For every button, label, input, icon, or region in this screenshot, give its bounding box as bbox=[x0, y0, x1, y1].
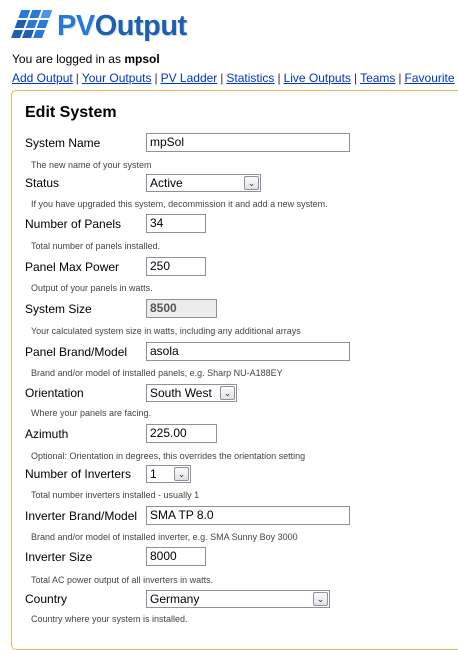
nav-separator: | bbox=[353, 71, 358, 85]
page-title: Edit System bbox=[25, 104, 117, 121]
nav-separator: | bbox=[154, 71, 158, 85]
chevron-down-icon: ⌄ bbox=[220, 386, 235, 400]
orientation-select-value: South West bbox=[150, 386, 212, 400]
system-name-hint: The new name of your system bbox=[31, 160, 152, 170]
nav-add-output[interactable]: Add Output bbox=[12, 71, 73, 85]
nav-your-outputs[interactable]: Your Outputs bbox=[82, 71, 152, 85]
country-label: Country bbox=[25, 592, 68, 606]
pvoutput-logo[interactable]: PVOutput bbox=[10, 8, 200, 42]
inverter-brand-hint: Brand and/or model of installed inverter… bbox=[31, 532, 298, 542]
status-select-value: Active bbox=[150, 176, 183, 190]
login-username: mpsol bbox=[124, 52, 160, 66]
logo-text-pv: PV bbox=[57, 10, 95, 42]
panel-max-power-input[interactable]: 250 bbox=[146, 257, 206, 276]
status-hint: If you have upgraded this system, decomm… bbox=[31, 199, 328, 209]
num-inverters-select-value: 1 bbox=[150, 467, 157, 481]
status-select[interactable]: Active ⌄ bbox=[146, 174, 261, 192]
orientation-select[interactable]: South West ⌄ bbox=[146, 384, 237, 402]
azimuth-label: Azimuth bbox=[25, 427, 69, 441]
main-nav: Add Output | Your Outputs | PV Ladder | Statis… bbox=[12, 71, 455, 85]
chevron-down-icon: ⌄ bbox=[174, 467, 189, 481]
logo-wordmark: PVOutput bbox=[57, 10, 187, 42]
country-hint: Country where your system is installed. bbox=[31, 614, 188, 624]
login-prefix: You are logged in as bbox=[12, 52, 121, 66]
azimuth-hint: Optional: Orientation in degrees, this o… bbox=[31, 451, 306, 461]
chevron-down-icon: ⌄ bbox=[313, 592, 328, 606]
system-size-label: System Size bbox=[25, 302, 92, 316]
panel-brand-label: Panel Brand/Model bbox=[25, 345, 128, 359]
system-size-readonly: 8500 bbox=[146, 299, 217, 318]
nav-live-outputs[interactable]: Live Outputs bbox=[284, 71, 351, 85]
inverter-size-hint: Total AC power output of all inverters i… bbox=[31, 575, 214, 585]
chevron-down-icon: ⌄ bbox=[244, 176, 259, 190]
nav-separator: | bbox=[277, 71, 281, 85]
nav-separator: | bbox=[75, 71, 79, 85]
panel-max-power-label: Panel Max Power bbox=[25, 260, 120, 274]
nav-pv-ladder[interactable]: PV Ladder bbox=[161, 71, 218, 85]
inverter-size-input[interactable]: 8000 bbox=[146, 547, 206, 566]
nav-teams[interactable]: Teams bbox=[360, 71, 395, 85]
status-label: Status bbox=[25, 176, 60, 190]
num-inverters-hint: Total number inverters installed - usual… bbox=[31, 490, 200, 500]
num-inverters-select[interactable]: 1 ⌄ bbox=[146, 465, 191, 483]
country-select[interactable]: Germany ⌄ bbox=[146, 590, 330, 608]
country-select-value: Germany bbox=[150, 592, 200, 606]
num-panels-input[interactable]: 34 bbox=[146, 214, 206, 233]
panel-brand-hint: Brand and/or model of installed panels, … bbox=[31, 368, 283, 378]
system-name-label: System Name bbox=[25, 136, 101, 150]
orientation-hint: Where your panels are facing. bbox=[31, 408, 152, 418]
nav-separator: | bbox=[220, 71, 224, 85]
inverter-brand-label: Inverter Brand/Model bbox=[25, 509, 138, 523]
nav-statistics[interactable]: Statistics bbox=[226, 71, 274, 85]
logo-text-output: Output bbox=[94, 10, 188, 42]
nav-separator: | bbox=[398, 71, 402, 85]
panel-brand-input[interactable]: asola bbox=[146, 342, 350, 361]
inverter-brand-input[interactable]: SMA TP 8.0 bbox=[146, 506, 350, 525]
inverter-size-label: Inverter Size bbox=[25, 550, 93, 564]
system-size-hint: Your calculated system size in watts, in… bbox=[31, 326, 301, 336]
num-inverters-label: Number of Inverters bbox=[25, 467, 132, 481]
solar-panel-icon bbox=[11, 10, 53, 38]
num-panels-label: Number of Panels bbox=[25, 217, 122, 231]
panel-max-power-hint: Output of your panels in watts. bbox=[31, 283, 153, 293]
login-status: You are logged in as mpsol bbox=[12, 52, 160, 66]
nav-favourite[interactable]: Favourite bbox=[405, 71, 455, 85]
num-panels-hint: Total number of panels installed. bbox=[31, 241, 161, 251]
orientation-label: Orientation bbox=[25, 386, 84, 400]
azimuth-input[interactable]: 225.00 bbox=[146, 424, 217, 443]
system-name-input[interactable]: mpSol bbox=[146, 133, 350, 152]
